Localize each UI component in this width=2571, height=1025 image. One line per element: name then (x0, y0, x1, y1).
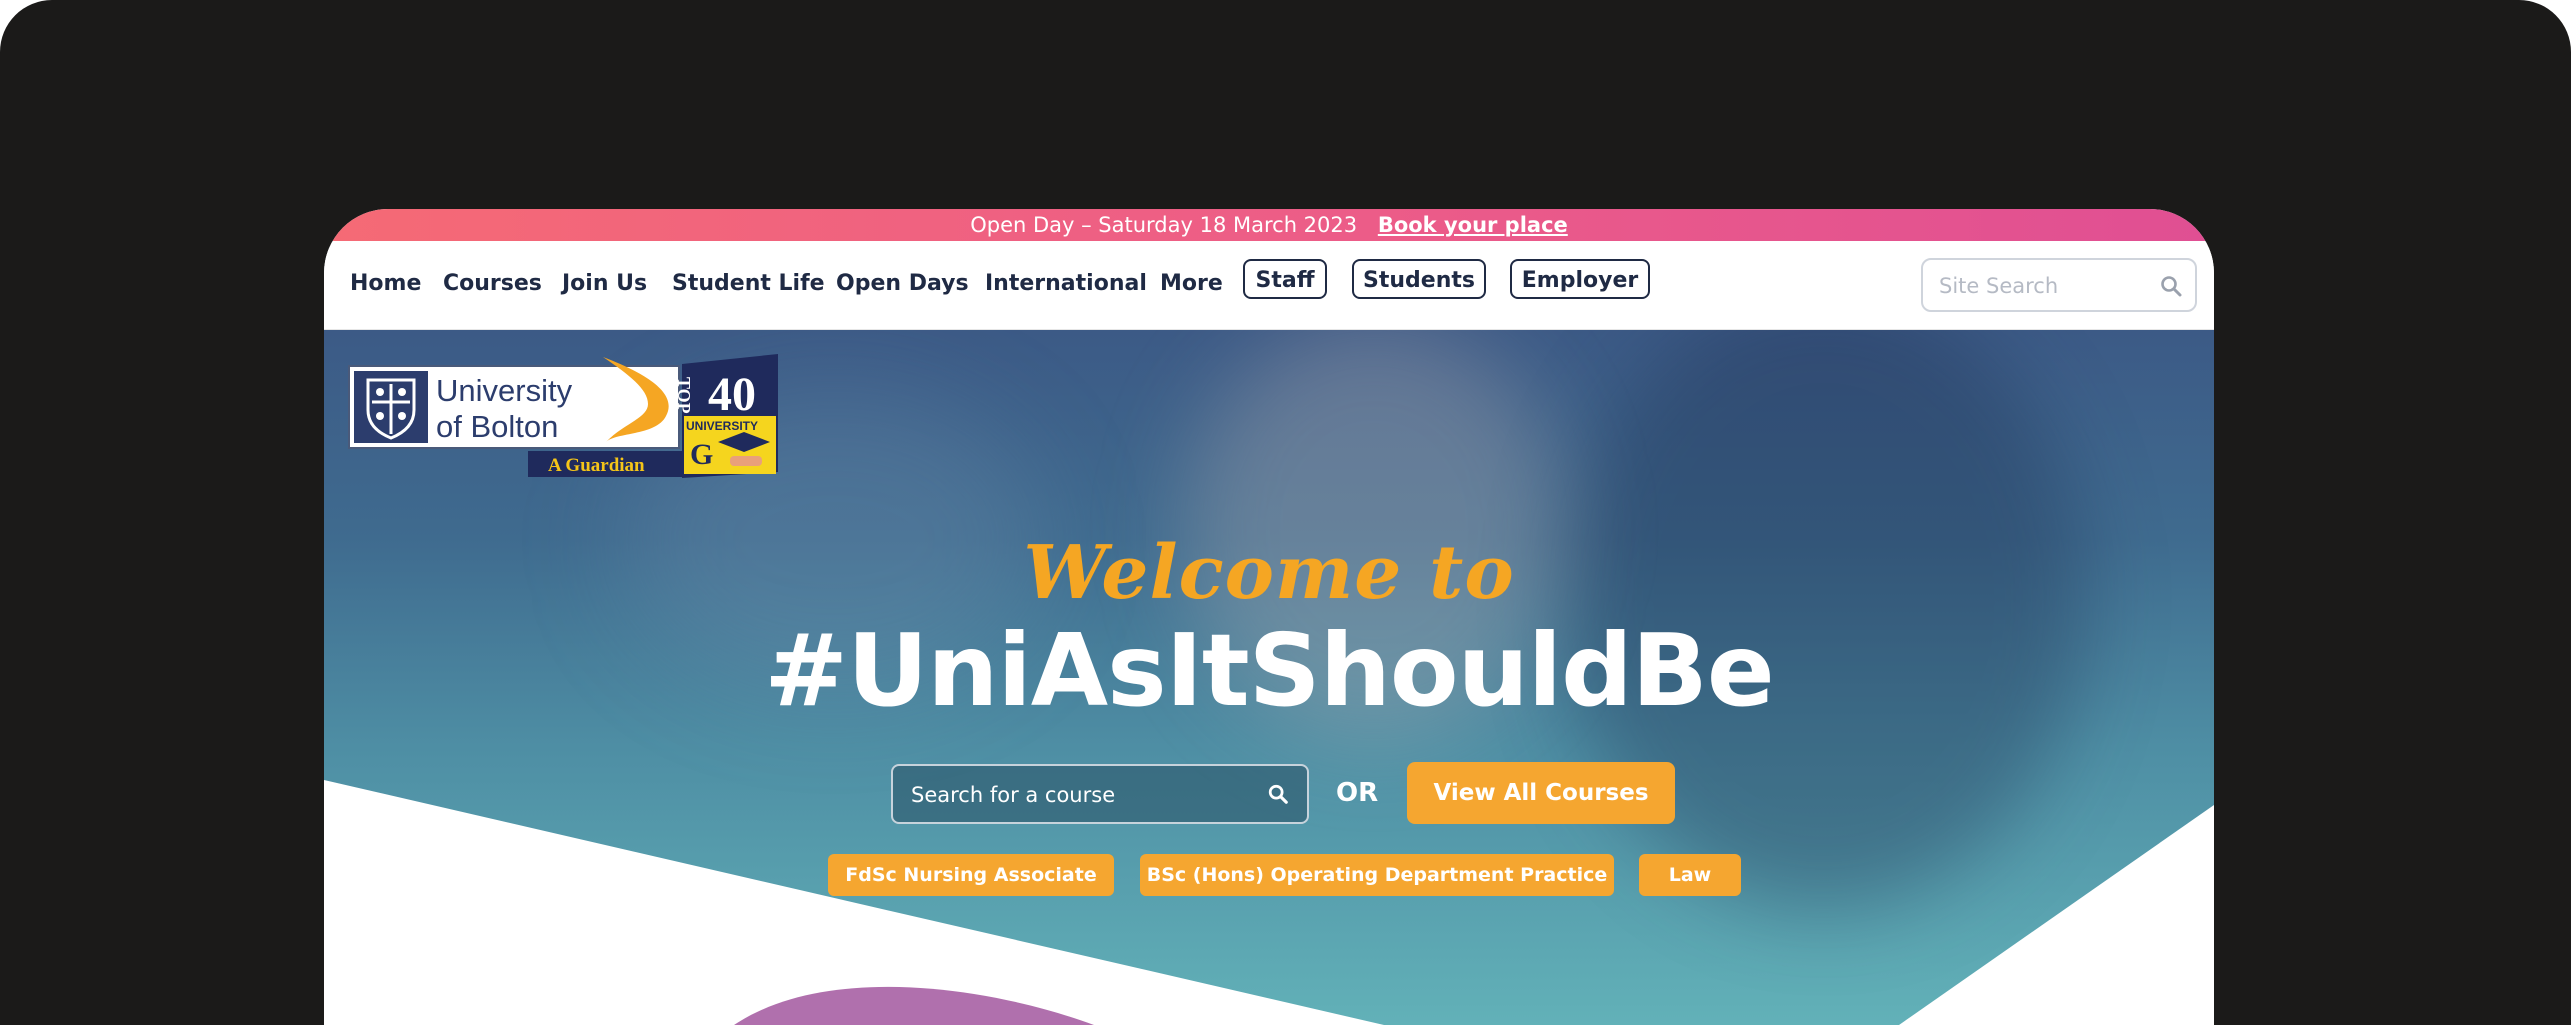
search-icon[interactable] (2159, 274, 2183, 303)
site-search-input[interactable] (1937, 260, 2151, 312)
staff-button[interactable]: Staff (1243, 259, 1327, 299)
quick-link-operating-department-practice[interactable]: BSc (Hons) Operating Department Practice (1140, 854, 1614, 896)
logo-tagline: A Guardian (548, 455, 645, 476)
or-label: OR (1336, 778, 1379, 808)
students-button[interactable]: Students (1352, 259, 1486, 299)
announcement-text: Open Day – Saturday 18 March 2023 (970, 213, 1358, 237)
main-nav: Home Courses Join Us Student Life Open D… (324, 241, 2214, 330)
nav-international[interactable]: International (985, 241, 1147, 329)
view-all-courses-button[interactable]: View All Courses (1407, 762, 1675, 824)
badge-letter: G (690, 438, 713, 471)
badge-top: TOP (674, 377, 694, 414)
nav-more[interactable]: More (1160, 241, 1223, 329)
course-search (891, 764, 1309, 824)
nav-home[interactable]: Home (350, 241, 421, 329)
badge-number: 40 (708, 368, 756, 421)
nav-courses[interactable]: Courses (443, 241, 542, 329)
hero-banner: University of Bolton A Guardian TOP 40 U… (324, 330, 2214, 1025)
course-search-input[interactable] (909, 766, 1243, 824)
search-icon[interactable] (1267, 783, 1289, 810)
book-place-link[interactable]: Book your place (1378, 213, 1568, 237)
nav-open-days[interactable]: Open Days (836, 241, 969, 329)
welcome-text: Welcome to (1023, 530, 1515, 616)
crest-icon (354, 371, 428, 443)
university-logo[interactable]: University of Bolton A Guardian TOP 40 U… (348, 354, 788, 487)
hero-headline: #UniAsItShouldBe (764, 612, 1774, 729)
logo-name-line2: of Bolton (436, 409, 558, 444)
site-search (1921, 258, 2197, 312)
device-frame: Open Day – Saturday 18 March 2023 Book y… (0, 0, 2571, 1025)
badge-label: UNIVERSITY (686, 419, 758, 433)
browser-window: Open Day – Saturday 18 March 2023 Book y… (324, 209, 2214, 1025)
nav-join-us[interactable]: Join Us (562, 241, 647, 329)
quick-link-law[interactable]: Law (1639, 854, 1741, 896)
nav-student-life[interactable]: Student Life (672, 241, 825, 329)
logo-name-line1: University (436, 373, 573, 408)
employer-button[interactable]: Employer (1510, 259, 1650, 299)
top-40-badge: TOP 40 UNIVERSITY G (674, 354, 778, 478)
announcement-bar: Open Day – Saturday 18 March 2023 Book y… (324, 209, 2214, 241)
quick-link-nursing-associate[interactable]: FdSc Nursing Associate (828, 854, 1114, 896)
